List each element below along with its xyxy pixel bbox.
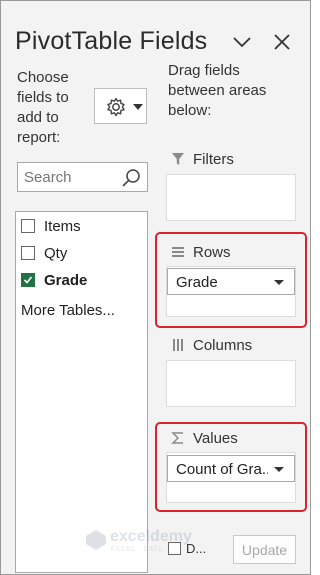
checkmark-icon <box>23 276 33 284</box>
filters-drop-area[interactable] <box>166 174 296 221</box>
drag-fields-text: Drag fields between areas below: <box>168 61 266 121</box>
choose-line-3: add to <box>17 109 59 126</box>
drag-line-1: Drag fields <box>168 62 240 79</box>
pivottable-fields-pane: PivotTable Fields Choose fields to add t… <box>0 0 311 575</box>
field-list-settings-button[interactable] <box>94 88 147 124</box>
filters-label: Filters <box>193 150 234 168</box>
search-box[interactable] <box>17 162 148 192</box>
choose-line-1: Choose <box>17 69 69 86</box>
filter-icon <box>172 153 184 165</box>
choose-line-2: fields to <box>17 89 69 106</box>
field-label: Items <box>44 217 81 235</box>
rows-highlight-box <box>155 232 307 328</box>
values-highlight-box <box>155 422 307 512</box>
choose-fields-text: Choose fields to add to report: <box>17 68 69 148</box>
columns-drop-area[interactable] <box>166 360 296 407</box>
filters-area-header: Filters <box>171 149 234 169</box>
close-pane-button[interactable] <box>272 31 292 53</box>
field-item-qty[interactable]: Qty <box>21 242 67 264</box>
field-item-items[interactable]: Items <box>21 215 81 237</box>
close-icon <box>274 34 290 50</box>
choose-line-4: report: <box>17 129 61 146</box>
update-button[interactable]: Update <box>233 535 296 564</box>
drag-line-3: below: <box>168 102 212 119</box>
field-list: Items Qty Grade More Tables... <box>15 211 148 573</box>
search-icon <box>122 169 140 187</box>
dropdown-arrow-icon <box>133 104 143 110</box>
more-tables-link[interactable]: More Tables... <box>21 302 115 319</box>
field-checkbox-qty[interactable] <box>21 246 35 260</box>
search-input[interactable] <box>24 167 120 187</box>
field-checkbox-grade[interactable] <box>21 273 35 287</box>
chevron-down-icon <box>233 37 251 48</box>
defer-checkbox[interactable] <box>168 542 181 555</box>
defer-layout-update-option[interactable]: D... <box>168 541 206 556</box>
defer-label: D... <box>186 541 207 556</box>
field-label: Qty <box>44 244 68 262</box>
gear-icon <box>107 97 125 117</box>
columns-label: Columns <box>193 336 253 354</box>
field-label: Grade <box>44 271 88 289</box>
columns-area-header: Columns <box>171 335 252 355</box>
field-checkbox-items[interactable] <box>21 219 35 233</box>
field-item-grade[interactable]: Grade <box>21 269 87 291</box>
drag-line-2: between areas <box>168 82 267 99</box>
exceldemy-logo-icon <box>86 530 106 550</box>
columns-icon <box>173 339 183 351</box>
pane-title: PivotTable Fields <box>15 27 208 55</box>
task-pane-options-button[interactable] <box>232 31 252 53</box>
